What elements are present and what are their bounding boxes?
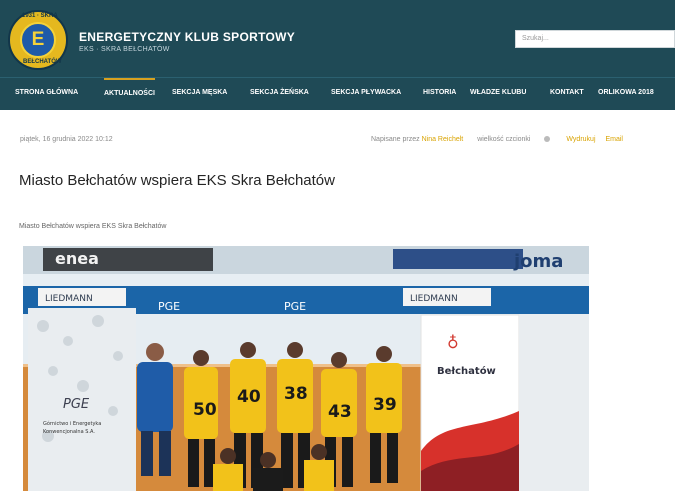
pge-board-left: PGE	[158, 300, 180, 313]
nav-item-orlikowa[interactable]: ORLIKOWA 2018	[598, 78, 654, 110]
rollup-left-brand: PGE	[63, 397, 90, 412]
nav-item-men[interactable]: SEKCJA MĘSKA	[172, 78, 227, 110]
font-size-icon[interactable]	[544, 136, 551, 142]
nav-item-women[interactable]: SEKCJA ŻEŃSKA	[250, 78, 309, 110]
posted-by-label: Napisane przez	[371, 136, 420, 143]
email-link[interactable]: Email	[605, 136, 623, 143]
pge-board-right: PGE	[284, 300, 306, 313]
nav-item-contact[interactable]: KONTAKT	[550, 78, 584, 110]
rollup-right-icon: ♁	[447, 333, 459, 352]
banner-left: enea	[55, 249, 99, 268]
print-link[interactable]: Wydrukuj	[566, 136, 595, 143]
logo-bottom-text: BEŁCHATÓW	[23, 59, 62, 65]
search-input[interactable]: Szukaj...	[515, 30, 675, 48]
board-left: LIEDMANN	[45, 294, 93, 304]
nav-item-board[interactable]: WŁADZE KLUBU	[470, 78, 526, 110]
rollup-right-brand: Bełchatów	[437, 365, 496, 377]
site-subtitle: EKS · SKRA BEŁCHATÓW	[79, 46, 170, 53]
site-header: 1931 · SKRA E BEŁCHATÓW ENERGETYCZNY KLU…	[0, 0, 675, 77]
rollup-left-text-1: Górnictwo i Energetyka	[43, 420, 101, 427]
article-title: Miasto Bełchatów wspiera EKS Skra Bełcha…	[19, 172, 335, 189]
article-date: piątek, 16 grudnia 2022 10:12	[20, 136, 113, 143]
nav-item-swimming[interactable]: SEKCJA PŁYWACKA	[331, 78, 401, 110]
font-size-label: wielkość czcionki	[477, 136, 531, 143]
nav-item-history[interactable]: HISTORIA	[423, 78, 456, 110]
article-meta: Napisane przez Nina Reichelt wielkość cz…	[371, 136, 623, 143]
rollup-left-text-2: Konwencjonalna S.A.	[43, 429, 95, 435]
nav-item-home[interactable]: STRONA GŁÓWNA	[15, 78, 78, 110]
logo-letter: E	[20, 22, 56, 58]
jersey-number: 39	[373, 395, 397, 415]
nav-item-news[interactable]: AKTUALNOŚCI	[104, 78, 155, 112]
article-caption: Miasto Bełchatów wspiera EKS Skra Bełcha…	[19, 223, 167, 230]
jersey-number: 43	[328, 402, 352, 422]
banner-right: joma	[513, 251, 563, 272]
jersey-number: 50	[193, 400, 217, 420]
board-right: LIEDMANN	[410, 294, 458, 304]
jersey-number: 40	[237, 387, 261, 407]
author-link[interactable]: Nina Reichelt	[422, 136, 464, 143]
logo-top-text: 1931 · SKRA	[22, 13, 58, 19]
jersey-number: 38	[284, 384, 308, 404]
main-nav: STRONA GŁÓWNA AKTUALNOŚCI SEKCJA MĘSKA S…	[0, 77, 675, 110]
club-logo[interactable]: 1931 · SKRA E BEŁCHATÓW	[8, 10, 68, 70]
site-title[interactable]: ENERGETYCZNY KLUB SPORTOWY	[79, 30, 295, 44]
article-photo[interactable]: enea joma LIEDMANN LIEDMANN PGE PGE PGE …	[23, 246, 589, 491]
